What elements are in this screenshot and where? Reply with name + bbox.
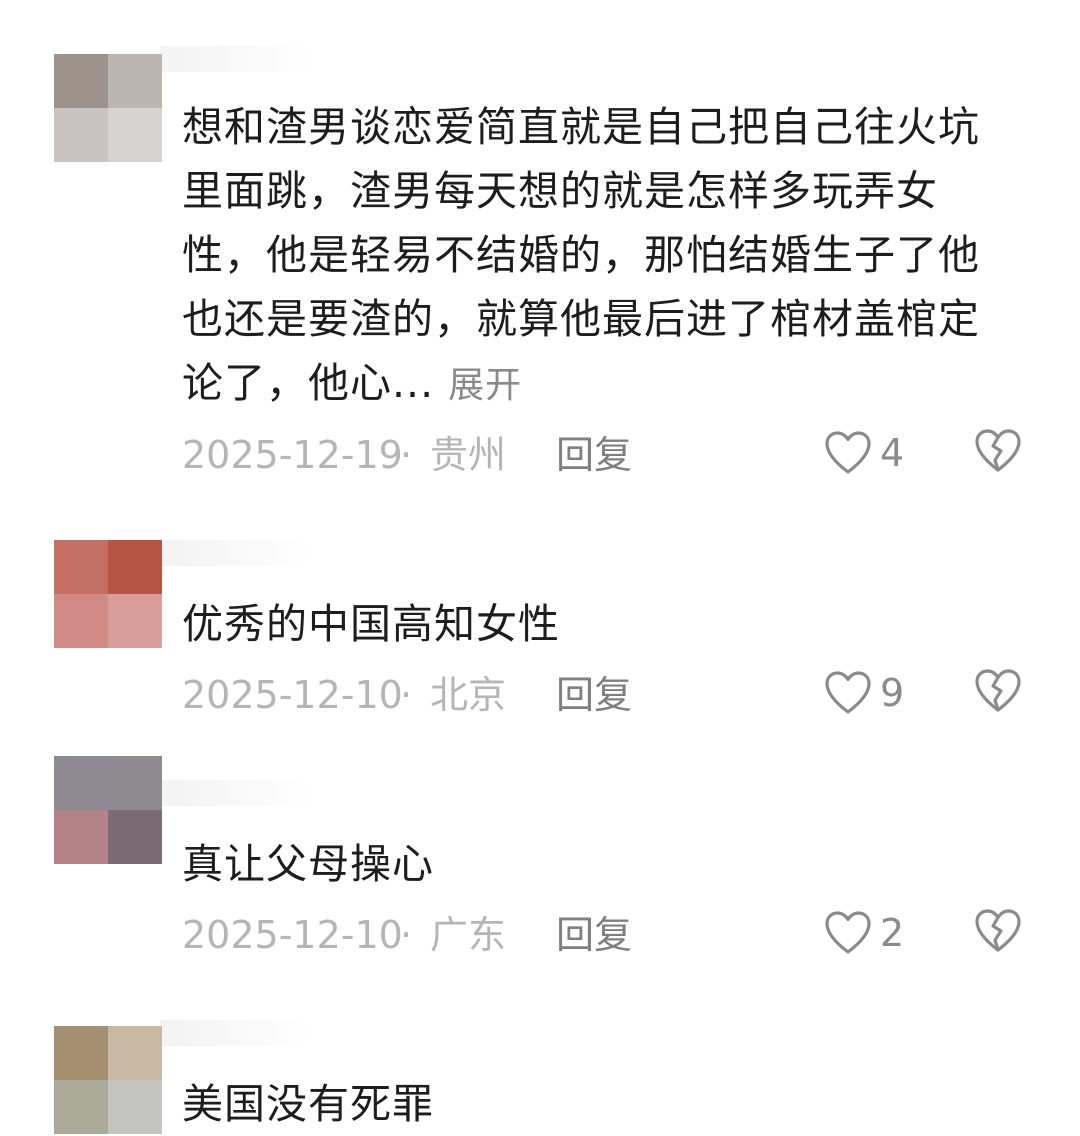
like-count: 2 — [880, 911, 905, 955]
comment-meta: 2025-12-10 · 北京 回复 9 — [182, 668, 1062, 720]
avatar-pixel — [54, 1080, 108, 1134]
avatar-pixel — [108, 1026, 162, 1080]
username-blurred — [160, 780, 310, 806]
avatar-pixel — [54, 540, 108, 594]
avatar-pixel — [108, 810, 162, 864]
avatar[interactable] — [54, 756, 162, 864]
avatar-pixel — [54, 594, 108, 648]
like-button[interactable]: 4 — [824, 428, 904, 478]
username-blurred — [160, 46, 310, 72]
broken-heart-icon — [975, 429, 1021, 472]
comment-text: 真让父母操心 — [182, 832, 1002, 896]
avatar-pixel — [108, 108, 162, 162]
like-count: 9 — [880, 671, 905, 715]
dislike-button[interactable] — [974, 908, 1022, 966]
comment-date: 2025-12-10 — [182, 673, 403, 717]
dislike-button[interactable] — [974, 428, 1022, 486]
avatar[interactable] — [54, 1026, 162, 1134]
avatar-pixel — [108, 756, 162, 810]
username-blurred — [160, 1020, 310, 1046]
comment-body: 真让父母操心 — [182, 840, 434, 888]
reply-button[interactable]: 回复 — [556, 670, 632, 720]
avatar-pixel — [54, 756, 108, 810]
broken-heart-icon — [975, 669, 1021, 712]
avatar-pixel — [54, 810, 108, 864]
comment-text: 美国没有死罪 — [182, 1072, 1002, 1136]
like-button[interactable]: 2 — [824, 908, 904, 958]
heart-outline-icon — [825, 671, 871, 714]
heart-outline-icon — [825, 431, 871, 474]
meta-separator: · — [400, 673, 413, 717]
comment-location: 北京 — [430, 673, 507, 717]
avatar-pixel — [108, 594, 162, 648]
avatar[interactable] — [54, 540, 162, 648]
avatar-pixel — [54, 108, 108, 162]
comment-meta: 2025-12-10 · 广东 回复 2 — [182, 908, 1062, 960]
avatar-pixel — [54, 1026, 108, 1080]
comment-location: 广东 — [430, 913, 507, 957]
comment-meta: 2025-12-19 · 贵州 回复 4 — [182, 428, 1062, 480]
broken-heart-icon — [975, 909, 1021, 952]
heart-outline-icon — [825, 911, 871, 954]
comment-date: 2025-12-19 — [182, 433, 403, 477]
comment-body: 想和渣男谈恋爱简直就是自己把自己往火坑里面跳，渣男每天想的就是怎样多玩弄女性，他… — [182, 103, 980, 407]
avatar-pixel — [54, 54, 108, 108]
reply-button[interactable]: 回复 — [556, 430, 632, 480]
avatar-pixel — [108, 540, 162, 594]
comment-body: 美国没有死罪 — [182, 1080, 434, 1128]
username-blurred — [160, 540, 310, 566]
reply-button[interactable]: 回复 — [556, 910, 632, 960]
comment-location: 贵州 — [430, 433, 507, 477]
avatar-pixel — [108, 54, 162, 108]
avatar[interactable] — [54, 54, 162, 162]
like-button[interactable]: 9 — [824, 668, 904, 718]
avatar-pixel — [108, 1080, 162, 1134]
comment-text: 优秀的中国高知女性 — [182, 592, 1002, 656]
expand-link[interactable]: 展开 — [448, 365, 522, 406]
dislike-button[interactable] — [974, 668, 1022, 726]
like-count: 4 — [880, 431, 905, 475]
comment-body: 优秀的中国高知女性 — [182, 600, 560, 648]
meta-separator: · — [400, 433, 413, 477]
comment-date: 2025-12-10 — [182, 913, 403, 957]
comment-text: 想和渣男谈恋爱简直就是自己把自己往火坑里面跳，渣男每天想的就是怎样多玩弄女性，他… — [182, 95, 1002, 418]
meta-separator: · — [400, 913, 413, 957]
